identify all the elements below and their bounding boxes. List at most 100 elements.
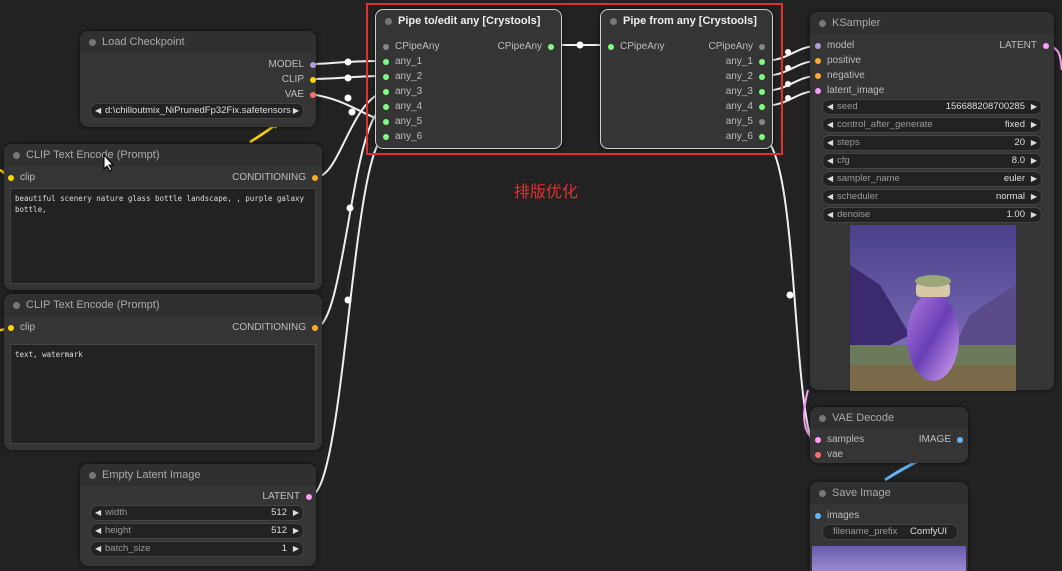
- steps-widget[interactable]: ◀ steps 20 ▶: [822, 135, 1042, 151]
- prompt-textarea[interactable]: beautiful scenery nature glass bottle la…: [10, 188, 316, 284]
- output-model[interactable]: MODEL: [268, 59, 316, 71]
- arrow-right-icon[interactable]: ▶: [1031, 118, 1037, 132]
- widget-label: batch_size: [105, 543, 151, 554]
- collapse-dot[interactable]: [13, 152, 20, 159]
- arrow-left-icon[interactable]: ◀: [827, 208, 833, 222]
- node-title[interactable]: VAE Decode: [810, 407, 968, 429]
- arrow-left-icon[interactable]: ◀: [827, 172, 833, 186]
- arrow-right-icon[interactable]: ▶: [1031, 136, 1037, 150]
- collapse-dot[interactable]: [819, 490, 826, 497]
- slot-dot[interactable]: [306, 494, 312, 500]
- arrow-right-icon[interactable]: ▶: [1031, 208, 1037, 222]
- input-model[interactable]: model: [815, 40, 854, 52]
- slot-dot[interactable]: [310, 77, 316, 83]
- scheduler-widget[interactable]: ◀ scheduler normal ▶: [822, 189, 1042, 205]
- slot-dot[interactable]: [815, 73, 821, 79]
- arrow-right-icon[interactable]: ▶: [293, 542, 299, 556]
- empty-latent-image-node[interactable]: Empty Latent Image LATENT ◀ width 512 ▶ ◀ he…: [80, 464, 316, 566]
- slot-dot[interactable]: [310, 62, 316, 68]
- prompt-textarea[interactable]: text, watermark: [10, 344, 316, 444]
- ckpt-name-combo[interactable]: ◀ d:\chilloutmix_NiPrunedFp32Fix.safeten…: [90, 103, 304, 119]
- arrow-right-icon[interactable]: ▶: [1031, 100, 1037, 114]
- load-checkpoint-node[interactable]: Load Checkpoint MODEL CLIP VAE ◀ d:\chil…: [80, 31, 316, 127]
- arrow-left-icon[interactable]: ◀: [95, 506, 101, 520]
- save-image-preview: [812, 546, 966, 571]
- slot-dot[interactable]: [312, 325, 318, 331]
- widget-label: denoise: [837, 209, 871, 220]
- node-title[interactable]: Save Image: [810, 482, 968, 504]
- node-title[interactable]: CLIP Text Encode (Prompt): [4, 144, 322, 166]
- denoise-widget[interactable]: ◀ denoise 1.00 ▶: [822, 207, 1042, 223]
- collapse-dot[interactable]: [13, 302, 20, 309]
- arrow-left-icon[interactable]: ◀: [827, 190, 833, 204]
- node-title-text: CLIP Text Encode (Prompt): [26, 299, 160, 311]
- output-vae[interactable]: VAE: [285, 89, 316, 101]
- input-samples[interactable]: samples: [815, 434, 864, 446]
- arrow-left-icon[interactable]: ◀: [95, 542, 101, 556]
- height-widget[interactable]: ◀ height 512 ▶: [90, 523, 304, 539]
- collapse-dot[interactable]: [819, 20, 826, 27]
- vae-decode-node[interactable]: VAE Decode samples vae IMAGE: [810, 407, 968, 463]
- arrow-right-icon[interactable]: ▶: [293, 506, 299, 520]
- arrow-left-icon[interactable]: ◀: [95, 104, 101, 118]
- slot-dot[interactable]: [957, 437, 963, 443]
- batch-size-widget[interactable]: ◀ batch_size 1 ▶: [90, 541, 304, 557]
- slot-dot[interactable]: [8, 325, 14, 331]
- slot-dot[interactable]: [312, 175, 318, 181]
- widget-value: fixed: [1004, 119, 1025, 130]
- input-vae[interactable]: vae: [815, 449, 843, 461]
- arrow-left-icon[interactable]: ◀: [827, 154, 833, 168]
- arrow-left-icon[interactable]: ◀: [827, 136, 833, 150]
- slot-dot[interactable]: [815, 58, 821, 64]
- slot-dot[interactable]: [815, 43, 821, 49]
- slot-dot[interactable]: [1043, 43, 1049, 49]
- input-images[interactable]: images: [815, 510, 859, 522]
- node-title[interactable]: CLIP Text Encode (Prompt): [4, 294, 322, 316]
- input-latent-image[interactable]: latent_image: [815, 85, 884, 97]
- collapse-dot[interactable]: [89, 472, 96, 479]
- control-after-generate-widget[interactable]: ◀ control_after_generate fixed ▶: [822, 117, 1042, 133]
- arrow-left-icon[interactable]: ◀: [827, 100, 833, 114]
- node-title[interactable]: KSampler: [810, 12, 1054, 34]
- slot-dot[interactable]: [815, 88, 821, 94]
- arrow-right-icon[interactable]: ▶: [1031, 154, 1037, 168]
- output-latent[interactable]: LATENT: [262, 491, 312, 503]
- output-image[interactable]: IMAGE: [919, 434, 963, 446]
- node-title[interactable]: Load Checkpoint: [80, 31, 316, 53]
- node-title[interactable]: Empty Latent Image: [80, 464, 316, 486]
- slot-dot[interactable]: [310, 92, 316, 98]
- slot-dot[interactable]: [8, 175, 14, 181]
- slot-dot[interactable]: [815, 452, 821, 458]
- arrow-right-icon[interactable]: ▶: [293, 104, 299, 118]
- output-clip[interactable]: CLIP: [282, 74, 316, 86]
- sampler-name-widget[interactable]: ◀ sampler_name euler ▶: [822, 171, 1042, 187]
- clip-text-encode-positive[interactable]: CLIP Text Encode (Prompt) clip CONDITION…: [4, 144, 322, 290]
- input-negative[interactable]: negative: [815, 70, 865, 82]
- width-widget[interactable]: ◀ width 512 ▶: [90, 505, 304, 521]
- output-conditioning[interactable]: CONDITIONING: [232, 172, 318, 184]
- widget-value: 1.00: [1006, 209, 1026, 220]
- filename-prefix-widget[interactable]: filename_prefix ComfyUI: [822, 524, 958, 540]
- slot-dot[interactable]: [815, 437, 821, 443]
- collapse-dot[interactable]: [819, 415, 826, 422]
- save-image-node[interactable]: Save Image images filename_prefix ComfyUI: [810, 482, 968, 571]
- arrow-left-icon[interactable]: ◀: [95, 524, 101, 538]
- slot-label: positive: [827, 55, 861, 66]
- arrow-right-icon[interactable]: ▶: [1031, 190, 1037, 204]
- ksampler-node[interactable]: KSampler model positive negative latent_…: [810, 12, 1054, 391]
- input-positive[interactable]: positive: [815, 55, 861, 67]
- output-conditioning[interactable]: CONDITIONING: [232, 322, 318, 334]
- widget-label: width: [105, 507, 128, 518]
- collapse-dot[interactable]: [89, 39, 96, 46]
- arrow-right-icon[interactable]: ▶: [1031, 172, 1037, 186]
- slot-dot[interactable]: [815, 513, 821, 519]
- seed-widget[interactable]: ◀ seed 156688208700285 ▶: [822, 99, 1042, 115]
- output-latent[interactable]: LATENT: [999, 40, 1049, 52]
- input-clip[interactable]: clip: [8, 172, 35, 184]
- cfg-widget[interactable]: ◀ cfg 8.0 ▶: [822, 153, 1042, 169]
- arrow-left-icon[interactable]: ◀: [827, 118, 833, 132]
- input-clip[interactable]: clip: [8, 322, 35, 334]
- clip-text-encode-negative[interactable]: CLIP Text Encode (Prompt) clip CONDITION…: [4, 294, 322, 450]
- widget-label: sampler_name: [837, 173, 900, 184]
- arrow-right-icon[interactable]: ▶: [293, 524, 299, 538]
